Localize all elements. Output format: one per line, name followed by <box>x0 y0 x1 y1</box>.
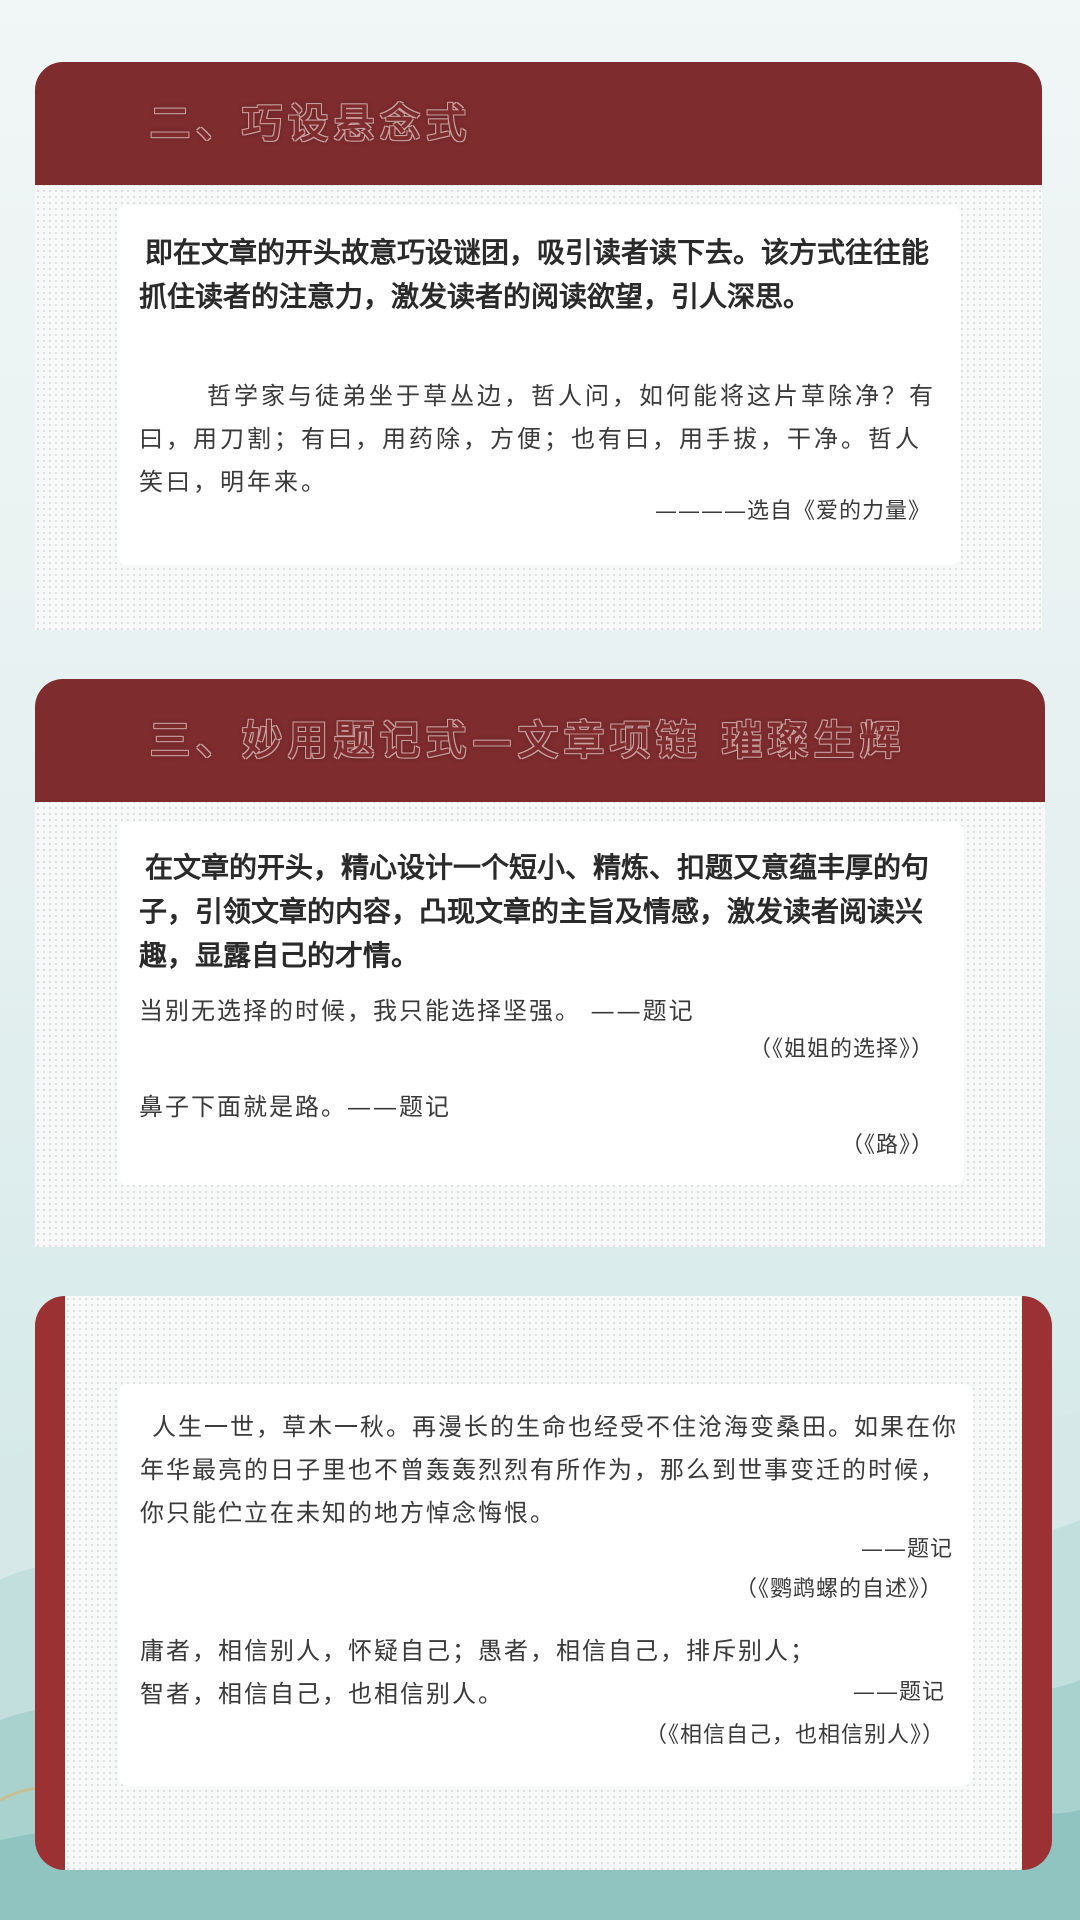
section-header: 二、巧设悬念式 <box>35 62 1042 185</box>
intro-text: 即在文章的开头故意巧设谜团，吸引读者读下去。该方式往往能抓住读者的注意力，激发读… <box>139 236 930 313</box>
content-panel: 在文章的开头，精心设计一个短小、精炼、扣题又意蕴丰厚的句子，引领文章的内容，凸现… <box>117 822 964 1185</box>
intro-text: 在文章的开头，精心设计一个短小、精炼、扣题又意蕴丰厚的句子，引领文章的内容，凸现… <box>139 851 930 972</box>
example-line: 庸者，相信别人，怀疑自己；愚者，相信自己，排斥别人； <box>140 1637 816 1665</box>
source-text: ————选自《爱的力量》 <box>654 499 931 524</box>
content-panel: 即在文章的开头故意巧设谜团，吸引读者读下去。该方式往往能抓住读者的注意力，激发读… <box>117 205 961 565</box>
example-line: 鼻子下面就是路。——题记 <box>139 1093 451 1121</box>
epigraph-tag: ——题记 <box>852 1680 945 1705</box>
section-title: 三、妙用题记式—文章项链 璀璨生辉 <box>150 717 906 764</box>
source-text: （《相信自己，也相信别人》） <box>644 1723 945 1748</box>
section-header: 三、妙用题记式—文章项链 璀璨生辉 <box>35 679 1045 802</box>
source-text: （《路》） <box>840 1133 934 1158</box>
source-text: （《姐姐的选择》） <box>748 1037 934 1062</box>
example-text: 哲学家与徒弟坐于草丛边，哲人问，如何能将这片草除净？有曰，用刀割；有曰，用药除，… <box>139 382 936 496</box>
section-card-epigraph: 三、妙用题记式—文章项链 璀璨生辉 在文章的开头，精心设计一个短小、精炼、扣题又… <box>35 679 1045 1247</box>
example-line: 智者，相信自己，也相信别人。 <box>140 1680 504 1708</box>
content-panel: 人生一世，草木一秋。再漫长的生命也经受不住沧海变桑田。如果在你年华最亮的日子里也… <box>118 1384 973 1786</box>
example-line: 当别无选择的时候，我只能选择坚强。 ——题记 <box>139 997 695 1025</box>
example-text: 人生一世，草木一秋。再漫长的生命也经受不住沧海变桑田。如果在你年华最亮的日子里也… <box>140 1413 958 1527</box>
epigraph-tag: ——题记 <box>860 1537 953 1562</box>
section-title: 二、巧设悬念式 <box>150 100 472 147</box>
source-text: （《鹦鹉螺的自述》） <box>734 1577 943 1602</box>
section-card-suspense: 二、巧设悬念式 即在文章的开头故意巧设谜团，吸引读者读下去。该方式往往能抓住读者… <box>35 62 1042 630</box>
section-card-examples: 人生一世，草木一秋。再漫长的生命也经受不住沧海变桑田。如果在你年华最亮的日子里也… <box>35 1296 1052 1870</box>
card-body: 人生一世，草木一秋。再漫长的生命也经受不住沧海变桑田。如果在你年华最亮的日子里也… <box>65 1296 1022 1870</box>
